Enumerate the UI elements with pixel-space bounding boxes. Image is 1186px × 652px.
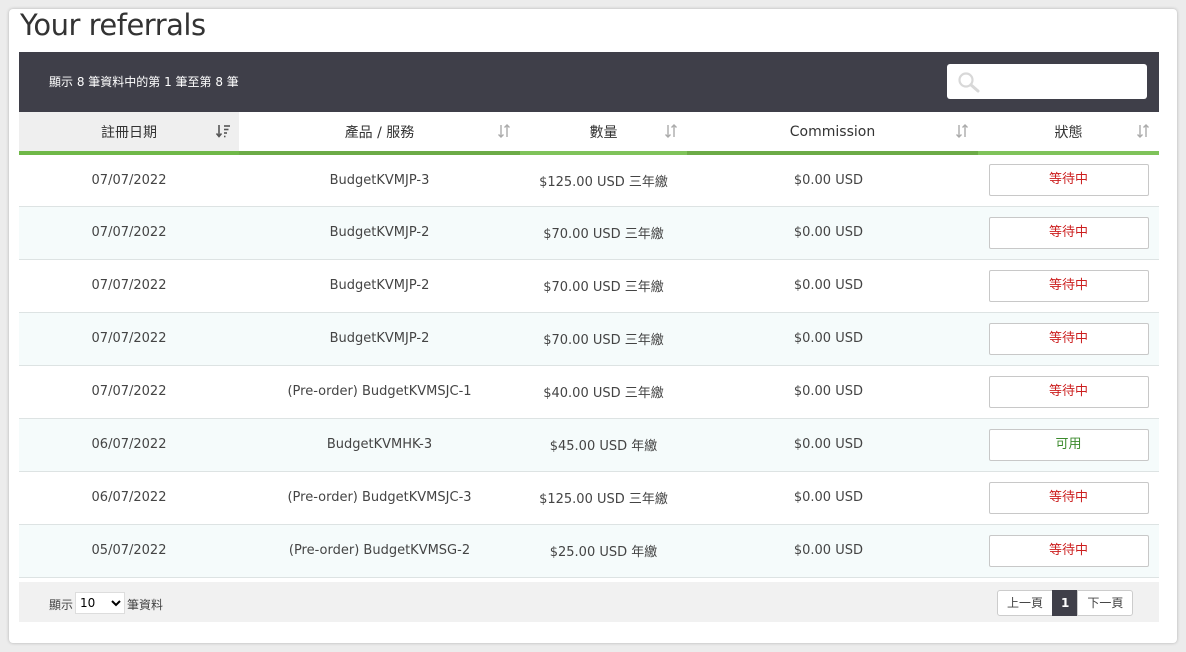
column-header-product[interactable]: 產品 / 服務 [239, 112, 520, 155]
cell-date: 05/07/2022 [19, 524, 239, 578]
cell-amount: $70.00 USD 三年繳 [520, 312, 687, 366]
sort-desc-icon [215, 125, 230, 138]
cell-date: 07/07/2022 [19, 365, 239, 419]
column-label: 註冊日期 [101, 124, 157, 141]
table-header-row: 註冊日期 產品 / 服務 數量 Commission 狀態 [19, 112, 1159, 155]
cell-status: 等待中 [978, 259, 1159, 313]
status-badge[interactable]: 等待中 [988, 269, 1149, 302]
cell-status: 等待中 [978, 312, 1159, 366]
cell-product: (Pre-order) BudgetKVMSJC-3 [239, 471, 520, 525]
column-header-status[interactable]: 狀態 [978, 112, 1159, 155]
column-label: 狀態 [1054, 124, 1083, 141]
cell-status: 等待中 [978, 471, 1159, 525]
cell-amount: $45.00 USD 年繳 [520, 418, 687, 472]
cell-date: 07/07/2022 [19, 153, 239, 207]
length-prefix: 顯示 [49, 598, 74, 612]
next-page-button[interactable]: 下一頁 [1077, 590, 1134, 616]
cell-status: 等待中 [978, 153, 1159, 207]
table-row: 07/07/2022 BudgetKVMJP-3 $125.00 USD 三年繳… [19, 153, 1159, 207]
cell-date: 06/07/2022 [19, 471, 239, 525]
column-header-signup-date[interactable]: 註冊日期 [19, 112, 239, 155]
length-suffix: 筆資料 [127, 598, 164, 612]
cell-product: (Pre-order) BudgetKVMSJC-1 [239, 365, 520, 419]
cell-status: 等待中 [978, 524, 1159, 578]
search-icon [958, 72, 980, 93]
table-footer: 顯示 102550100 筆資料 上一頁 1 下一頁 [19, 582, 1159, 622]
cell-status: 可用 [978, 418, 1159, 472]
status-badge[interactable]: 等待中 [988, 322, 1149, 355]
page-length-select[interactable]: 102550100 [75, 592, 125, 614]
cell-product: (Pre-order) BudgetKVMSG-2 [239, 524, 520, 578]
cell-product: BudgetKVMHK-3 [239, 418, 520, 472]
column-label: 產品 / 服務 [344, 124, 415, 141]
sort-both-icon [665, 124, 677, 138]
page-title: Your referrals [20, 8, 206, 42]
cell-date: 07/07/2022 [19, 312, 239, 366]
prev-page-button[interactable]: 上一頁 [997, 590, 1054, 616]
cell-product: BudgetKVMJP-2 [239, 259, 520, 313]
column-label: 數量 [589, 124, 618, 141]
status-badge[interactable]: 等待中 [988, 216, 1149, 249]
cell-date: 07/07/2022 [19, 259, 239, 313]
cell-date: 06/07/2022 [19, 418, 239, 472]
pagination: 上一頁 1 下一頁 [997, 590, 1134, 616]
cell-status: 等待中 [978, 206, 1159, 260]
page-1-button[interactable]: 1 [1052, 590, 1079, 616]
status-badge[interactable]: 等待中 [988, 534, 1149, 567]
sort-both-icon [498, 124, 510, 138]
cell-amount: $70.00 USD 三年繳 [520, 206, 687, 260]
cell-commission: $0.00 USD [687, 153, 978, 207]
column-header-amount[interactable]: 數量 [520, 112, 687, 155]
status-badge[interactable]: 等待中 [988, 375, 1149, 408]
status-badge[interactable]: 等待中 [988, 164, 1149, 197]
cell-amount: $25.00 USD 年繳 [520, 524, 687, 578]
search-box[interactable] [947, 64, 1147, 99]
cell-product: BudgetKVMJP-2 [239, 206, 520, 260]
cell-status: 等待中 [978, 365, 1159, 419]
cell-commission: $0.00 USD [687, 259, 978, 313]
table-row: 07/07/2022 (Pre-order) BudgetKVMSJC-1 $4… [19, 365, 1159, 419]
cell-commission: $0.00 USD [687, 418, 978, 472]
column-label: Commission [789, 123, 876, 140]
cell-commission: $0.00 USD [687, 365, 978, 419]
cell-amount: $125.00 USD 三年繳 [520, 471, 687, 525]
status-badge[interactable]: 等待中 [988, 481, 1149, 514]
table-row: 06/07/2022 BudgetKVMHK-3 $45.00 USD 年繳 $… [19, 418, 1159, 472]
column-header-commission[interactable]: Commission [687, 112, 978, 155]
table-row: 07/07/2022 BudgetKVMJP-2 $70.00 USD 三年繳 … [19, 206, 1159, 260]
cell-commission: $0.00 USD [687, 312, 978, 366]
cell-commission: $0.00 USD [687, 471, 978, 525]
table-info: 顯示 8 筆資料中的第 1 筆至第 8 筆 [49, 75, 239, 89]
cell-amount: $125.00 USD 三年繳 [520, 153, 687, 207]
table-row: 07/07/2022 BudgetKVMJP-2 $70.00 USD 三年繳 … [19, 312, 1159, 366]
cell-amount: $40.00 USD 三年繳 [520, 365, 687, 419]
status-badge[interactable]: 可用 [988, 428, 1149, 461]
search-input[interactable] [987, 70, 1137, 92]
cell-commission: $0.00 USD [687, 206, 978, 260]
sort-both-icon [1137, 124, 1149, 138]
table-row: 06/07/2022 (Pre-order) BudgetKVMSJC-3 $1… [19, 471, 1159, 525]
cell-product: BudgetKVMJP-2 [239, 312, 520, 366]
table-toolbar: 顯示 8 筆資料中的第 1 筆至第 8 筆 [19, 52, 1159, 112]
referrals-table: 註冊日期 產品 / 服務 數量 Commission 狀態 07/07/2022… [19, 112, 1159, 578]
table-row: 05/07/2022 (Pre-order) BudgetKVMSG-2 $25… [19, 524, 1159, 578]
cell-product: BudgetKVMJP-3 [239, 153, 520, 207]
cell-commission: $0.00 USD [687, 524, 978, 578]
cell-date: 07/07/2022 [19, 206, 239, 260]
sort-both-icon [956, 124, 968, 138]
table-row: 07/07/2022 BudgetKVMJP-2 $70.00 USD 三年繳 … [19, 259, 1159, 313]
cell-amount: $70.00 USD 三年繳 [520, 259, 687, 313]
